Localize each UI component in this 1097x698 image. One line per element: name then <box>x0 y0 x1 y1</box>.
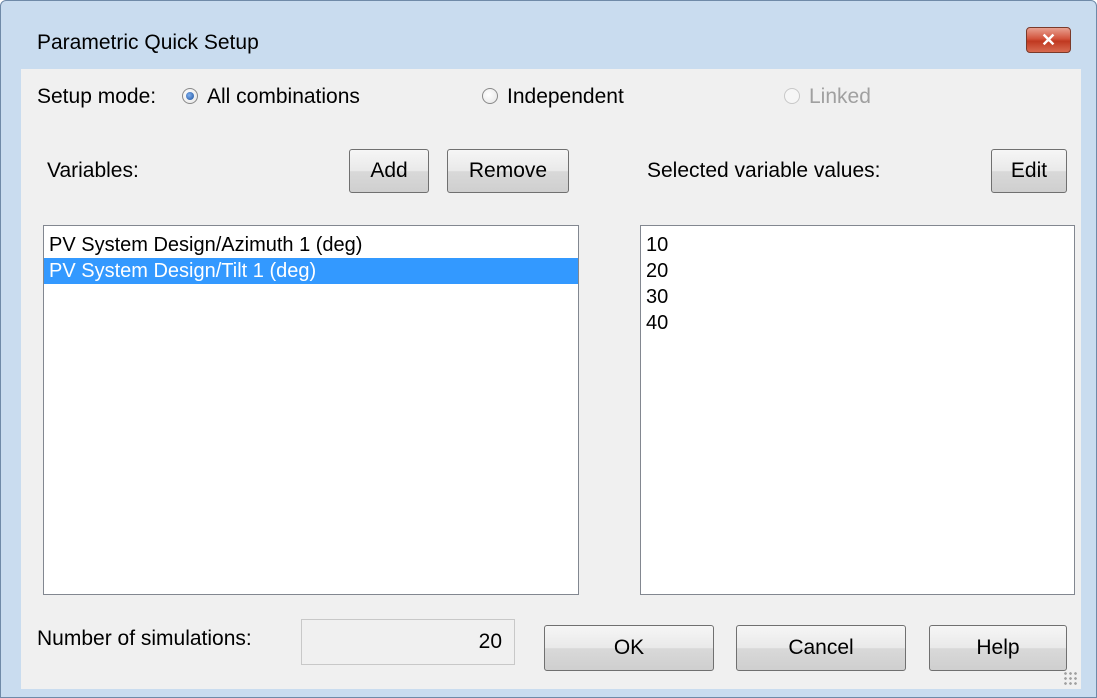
value-list-item[interactable]: 40 <box>641 310 1074 336</box>
value-list-item[interactable]: 20 <box>641 258 1074 284</box>
radio-linked-label: Linked <box>809 85 871 108</box>
help-button[interactable]: Help <box>929 625 1067 671</box>
values-listbox[interactable]: 10 20 30 40 <box>640 225 1075 595</box>
value-list-item[interactable]: 10 <box>641 232 1074 258</box>
value-list-item[interactable]: 30 <box>641 284 1074 310</box>
radio-linked <box>784 88 800 104</box>
variables-listbox[interactable]: PV System Design/Azimuth 1 (deg) PV Syst… <box>43 225 579 595</box>
num-simulations-field: 20 <box>301 619 515 665</box>
radio-independent-label[interactable]: Independent <box>507 85 624 109</box>
dialog-client-area: Setup mode: All combinations Independent… <box>21 69 1081 689</box>
variable-list-item-selected[interactable]: PV System Design/Tilt 1 (deg) <box>44 258 578 284</box>
window-title: Parametric Quick Setup <box>37 31 259 54</box>
variables-label: Variables: <box>47 159 139 182</box>
radio-independent[interactable] <box>482 88 498 104</box>
cancel-button[interactable]: Cancel <box>736 625 906 671</box>
add-button[interactable]: Add <box>349 149 429 193</box>
close-button[interactable]: ✕ <box>1026 27 1071 53</box>
resize-grip-icon[interactable] <box>1063 671 1077 685</box>
edit-button[interactable]: Edit <box>991 149 1067 193</box>
values-label: Selected variable values: <box>647 159 881 182</box>
remove-button[interactable]: Remove <box>447 149 569 193</box>
ok-button[interactable]: OK <box>544 625 714 671</box>
num-simulations-label: Number of simulations: <box>37 627 252 650</box>
radio-all-combinations-label[interactable]: All combinations <box>207 85 360 109</box>
radio-all-combinations[interactable] <box>182 88 198 104</box>
variable-list-item[interactable]: PV System Design/Azimuth 1 (deg) <box>44 232 578 258</box>
close-icon: ✕ <box>1040 29 1057 50</box>
setup-mode-label: Setup mode: <box>37 85 157 108</box>
dialog-window: Parametric Quick Setup ✕ Setup mode: All… <box>0 0 1097 698</box>
